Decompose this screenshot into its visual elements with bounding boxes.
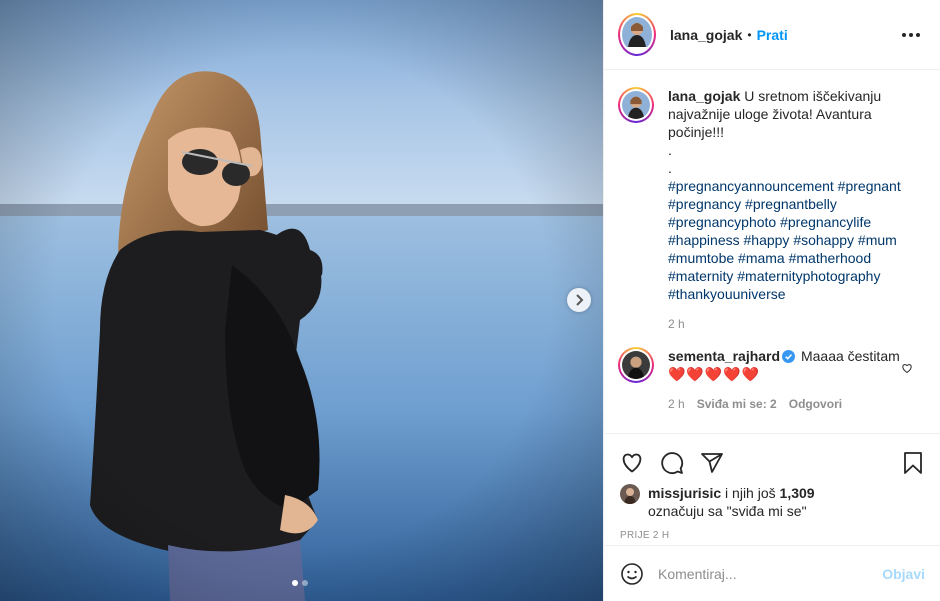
post-actions: missjurisic i njih još 1,309 označuju sa… xyxy=(604,433,940,601)
comment-body: sementa_rajhard Maaaa čestitam ❤️❤️❤️❤️❤… xyxy=(668,347,912,413)
caption-avatar[interactable] xyxy=(618,87,654,123)
likes-rest: i njih još xyxy=(725,485,776,501)
avatar-image xyxy=(622,351,650,379)
paper-plane-icon xyxy=(701,453,723,473)
comment-avatar[interactable] xyxy=(618,347,654,383)
like-icon[interactable] xyxy=(620,451,644,475)
heart-outline-icon xyxy=(902,364,912,374)
photo-illustration xyxy=(0,0,603,601)
action-row xyxy=(604,434,940,482)
caption-dot: . xyxy=(668,160,672,176)
caption-dot: . xyxy=(668,142,672,158)
comment-icon[interactable] xyxy=(660,451,684,475)
post-photo[interactable] xyxy=(0,0,603,601)
carousel-dot xyxy=(302,580,308,586)
smiley-icon xyxy=(621,562,643,585)
avatar[interactable] xyxy=(618,13,656,56)
likes-text: missjurisic i njih još 1,309 označuju sa… xyxy=(648,484,815,520)
reply-button[interactable]: Odgovori xyxy=(789,395,842,413)
likes-summary: missjurisic i njih još 1,309 označuju sa… xyxy=(604,484,940,520)
avatar-image xyxy=(622,17,652,52)
caption-time[interactable]: 2 h xyxy=(668,315,912,333)
posted-time[interactable]: PRIJE 2 H xyxy=(604,530,940,541)
bookmark-icon xyxy=(904,452,922,474)
comment-item: sementa_rajhard Maaaa čestitam ❤️❤️❤️❤️❤… xyxy=(618,347,927,413)
carousel-dot-active xyxy=(292,580,298,586)
header-username[interactable]: lana_gojak xyxy=(670,27,742,43)
caption-hashtags[interactable]: #pregnancyannouncement #pregnant #pregna… xyxy=(668,177,912,303)
heart-outline-icon xyxy=(622,453,642,473)
more-dot xyxy=(902,32,906,37)
avatar-ring xyxy=(620,349,652,381)
verified-badge-icon xyxy=(782,350,796,363)
comments-section[interactable]: lana_gojak U sretnom iščekivanju najvažn… xyxy=(604,71,940,433)
more-options-icon[interactable] xyxy=(898,29,924,41)
comment-hearts: ❤️❤️❤️❤️❤️ xyxy=(668,366,761,382)
comment-username[interactable]: sementa_rajhard xyxy=(668,348,780,364)
post-panel: lana_gojak • Prati lana_gojak U sretnom … xyxy=(603,0,940,601)
follow-button[interactable]: Prati xyxy=(757,27,788,43)
liker-avatar[interactable] xyxy=(620,484,640,504)
comment-time[interactable]: 2 h xyxy=(668,395,685,413)
more-dot xyxy=(916,32,920,37)
save-icon[interactable] xyxy=(901,451,925,475)
comment-meta: 2 h Sviđa mi se: 2 Odgovori xyxy=(668,395,912,413)
comment-text: Maaaa čestitam xyxy=(800,348,900,364)
avatar-image xyxy=(622,91,650,119)
user-photo-icon xyxy=(622,351,650,379)
user-photo-icon xyxy=(622,17,652,47)
caption-body: lana_gojak U sretnom iščekivanju najvažn… xyxy=(668,87,912,333)
carousel-dots xyxy=(292,580,308,586)
post-header: lana_gojak • Prati xyxy=(604,0,940,70)
caption: lana_gojak U sretnom iščekivanju najvažn… xyxy=(618,87,927,333)
caption-username[interactable]: lana_gojak xyxy=(668,88,740,104)
emoji-icon[interactable] xyxy=(620,562,644,586)
post-comment-button[interactable]: Objavi xyxy=(882,566,925,582)
comment-like-icon[interactable] xyxy=(901,361,913,379)
share-icon[interactable] xyxy=(700,451,724,475)
add-comment-bar: Objavi xyxy=(604,545,940,601)
likes-count[interactable]: 1,309 xyxy=(780,485,815,501)
avatar-ring xyxy=(620,89,652,121)
comment-input[interactable] xyxy=(658,565,883,582)
liker-username[interactable]: missjurisic xyxy=(648,485,721,501)
next-photo-button[interactable] xyxy=(567,288,591,312)
speech-bubble-icon xyxy=(661,452,684,474)
user-photo-icon xyxy=(622,91,650,119)
avatar-ring xyxy=(620,15,654,54)
likes-suffix: označuju sa "sviđa mi se" xyxy=(648,503,807,519)
header-separator: • xyxy=(747,27,752,42)
more-dot xyxy=(909,32,913,37)
chevron-right-icon xyxy=(576,294,584,306)
user-photo-icon xyxy=(620,484,640,504)
comment-likes[interactable]: Sviđa mi se: 2 xyxy=(697,395,777,413)
